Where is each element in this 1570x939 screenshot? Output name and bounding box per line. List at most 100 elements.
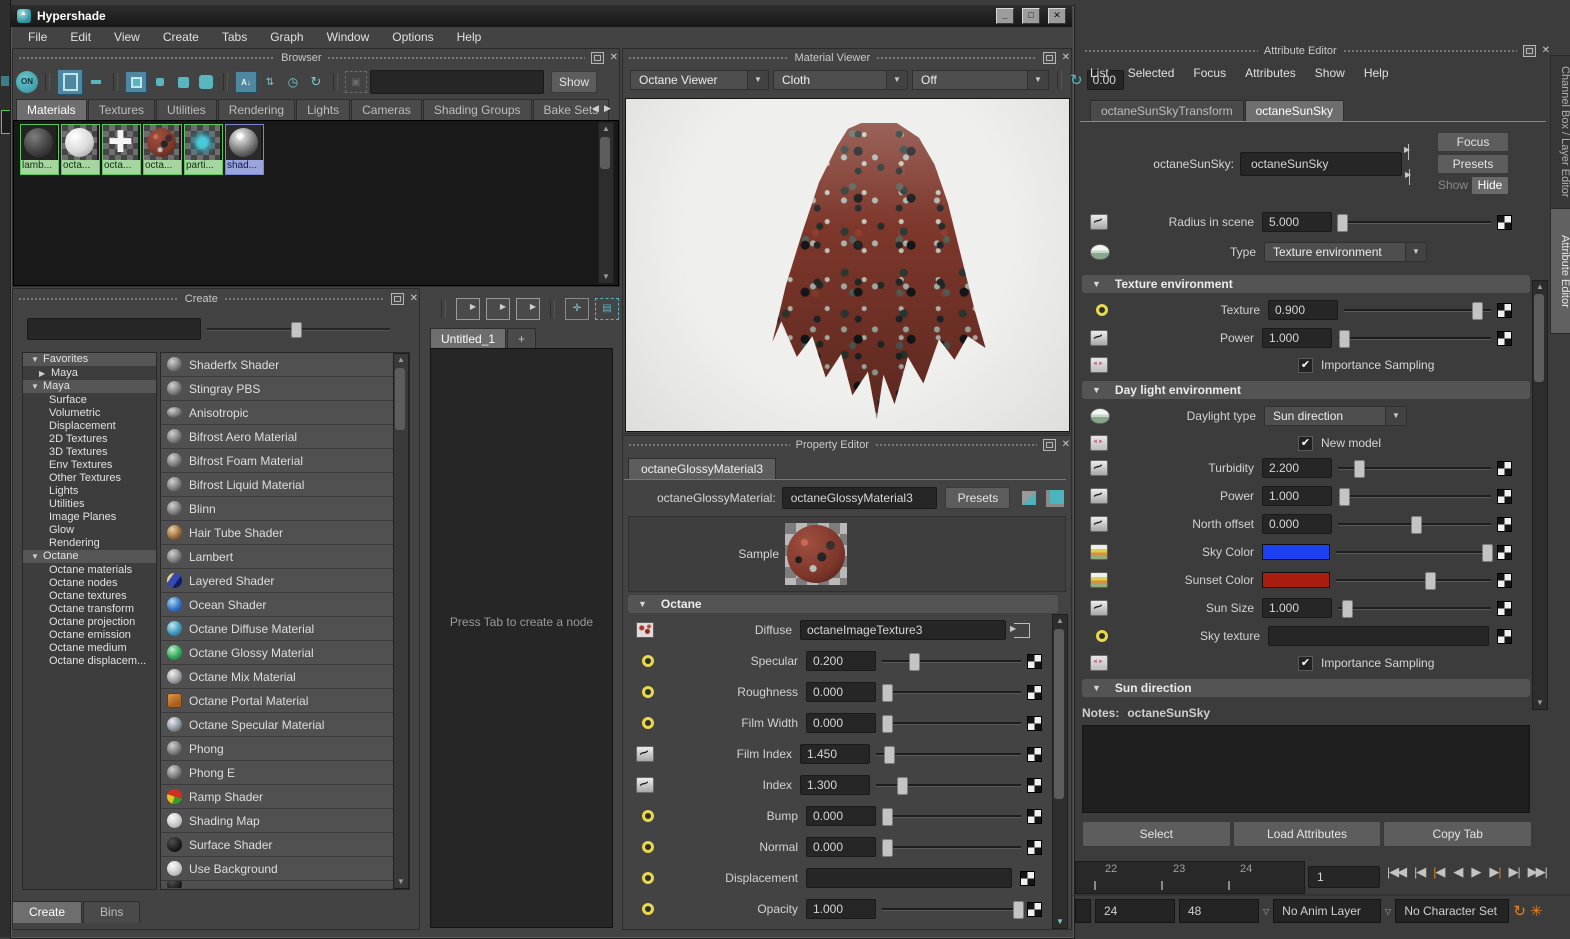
minimize-button[interactable]: _: [996, 8, 1014, 24]
slider-handle[interactable]: [1337, 214, 1348, 232]
shader-create-list[interactable]: Shaderfx Shader Stingray PBS Anisotropic…: [160, 352, 410, 890]
large-swatch-view-icon[interactable]: [57, 69, 83, 95]
float-panel-icon[interactable]: [1043, 52, 1056, 64]
shader-list-item[interactable]: Lambert: [161, 545, 409, 569]
sunset-color-swatch[interactable]: [1262, 572, 1330, 588]
character-set-dropdown[interactable]: No Character Set: [1395, 899, 1509, 923]
refresh-viewer-icon[interactable]: ↻: [1070, 71, 1083, 89]
float-panel-icon[interactable]: [591, 52, 604, 64]
property-slider[interactable]: [876, 777, 1021, 793]
attribute-editor-tab[interactable]: octaneSunSkyTransform: [1090, 100, 1244, 122]
tree-item[interactable]: Octane transform: [23, 603, 156, 616]
slider-handle[interactable]: [897, 777, 908, 795]
slider-handle[interactable]: [884, 746, 895, 764]
material-swatch[interactable]: octa...: [143, 124, 182, 175]
add-selected-to-graph-icon[interactable]: ▤: [595, 298, 619, 320]
attribute-slider[interactable]: [1338, 488, 1491, 504]
renderer-dropdown[interactable]: Octane Viewer▼: [630, 70, 769, 90]
slider-handle[interactable]: [1482, 544, 1493, 562]
map-button[interactable]: [1497, 489, 1512, 504]
clear-graph-icon[interactable]: ✛: [565, 298, 589, 320]
tree-expand-icon[interactable]: ▼: [31, 353, 43, 366]
sun-direction-section[interactable]: ▼ Sun direction: [1082, 679, 1530, 697]
tree-item[interactable]: ▶Maya: [23, 367, 156, 380]
slider-handle[interactable]: [1425, 572, 1436, 590]
importance-sampling-checkbox[interactable]: ✔: [1298, 656, 1313, 671]
close-panel-icon[interactable]: ✕: [1062, 440, 1070, 450]
map-button[interactable]: [1027, 778, 1042, 793]
menu-item[interactable]: Window: [327, 30, 370, 44]
float-panel-icon[interactable]: [391, 293, 404, 305]
map-button[interactable]: [1497, 461, 1512, 476]
load-attributes-button[interactable]: Load Attributes: [1233, 821, 1382, 847]
shader-list-item[interactable]: Blinn: [161, 497, 409, 521]
anim-layer-dropdown[interactable]: No Anim Layer: [1273, 899, 1381, 923]
tabs-scroll-left-icon[interactable]: ◀: [592, 103, 599, 114]
auto-keyframe-icon[interactable]: ↻: [1513, 902, 1526, 920]
menu-item[interactable]: List: [1090, 66, 1109, 80]
shader-list-scrollbar[interactable]: ▲ ▼: [393, 353, 409, 889]
playback-button[interactable]: |◀◀: [1384, 864, 1409, 880]
menu-item[interactable]: Attributes: [1245, 66, 1296, 80]
shader-list-item[interactable]: Octane Diffuse Material: [161, 617, 409, 641]
playback-button[interactable]: ▶|: [1485, 864, 1502, 880]
material-swatch[interactable]: parti...: [184, 124, 223, 175]
attribute-type-icon[interactable]: [642, 686, 654, 698]
slider-handle[interactable]: [882, 839, 893, 857]
property-editor-tab[interactable]: octaneGlossyMaterial3: [628, 458, 776, 480]
daylight-environment-section[interactable]: ▼ Day light environment: [1082, 381, 1530, 399]
tree-expand-icon[interactable]: ▼: [31, 550, 43, 563]
create-render-node-icon[interactable]: [1022, 491, 1036, 505]
attribute-type-icon[interactable]: [642, 841, 654, 853]
focus-button[interactable]: Focus: [1437, 132, 1509, 152]
tree-item[interactable]: Octane emission: [23, 629, 156, 642]
tree-item[interactable]: 2D Textures: [23, 433, 156, 446]
browser-tab[interactable]: Textures: [88, 99, 155, 120]
browser-tab[interactable]: Materials: [16, 99, 87, 120]
input-output-connections-icon[interactable]: [486, 298, 510, 320]
scroll-up-icon[interactable]: ▲: [1533, 281, 1547, 293]
slider-handle[interactable]: [882, 715, 893, 733]
curve-icon[interactable]: [1090, 488, 1108, 504]
range-edit-field[interactable]: [1075, 899, 1091, 923]
octane-section-header[interactable]: ▼ Octane: [628, 595, 1058, 613]
curve-icon[interactable]: [1090, 516, 1108, 532]
tree-item[interactable]: Displacement: [23, 420, 156, 433]
scroll-thumb[interactable]: [600, 137, 610, 169]
material-preview-render[interactable]: [625, 98, 1070, 432]
property-value-field[interactable]: 0.000: [806, 713, 876, 733]
map-button[interactable]: [1497, 573, 1512, 588]
slider-handle[interactable]: [1411, 516, 1422, 534]
attribute-editor-dock-tab[interactable]: Attribute Editor: [1550, 208, 1570, 334]
tree-item[interactable]: Volumetric: [23, 407, 156, 420]
shader-list-item[interactable]: Ramp Shader: [161, 785, 409, 809]
tree-item[interactable]: Env Textures: [23, 459, 156, 472]
playback-button[interactable]: ▶|: [1505, 864, 1522, 880]
presets-button[interactable]: Presets: [945, 487, 1010, 509]
attribute-type-icon[interactable]: [642, 717, 654, 729]
curve-icon[interactable]: [1090, 214, 1108, 230]
browser-search-input[interactable]: [370, 70, 544, 94]
shader-list-item[interactable]: Layered Shader: [161, 569, 409, 593]
chevron-down-icon[interactable]: ▽: [1263, 907, 1269, 916]
current-frame-field[interactable]: 1: [1308, 866, 1380, 888]
tree-expand-icon[interactable]: ▶: [39, 367, 51, 380]
input-connections-icon[interactable]: [456, 298, 480, 320]
animation-preferences-icon[interactable]: ✳: [1530, 902, 1543, 920]
shader-list-item-partial[interactable]: [161, 881, 399, 888]
attribute-slider[interactable]: [1338, 214, 1491, 230]
property-value-field[interactable]: octaneImageTexture3: [800, 620, 1006, 640]
map-button[interactable]: [1497, 517, 1512, 532]
sample-swatch[interactable]: [785, 523, 847, 585]
filter-on-toggle[interactable]: ON: [16, 71, 38, 93]
texture-environment-section[interactable]: ▼ Texture environment: [1082, 275, 1530, 293]
tree-expand-icon[interactable]: ▼: [31, 380, 43, 393]
workarea-tab[interactable]: +: [507, 328, 536, 349]
sky-environment-icon[interactable]: [1090, 244, 1110, 260]
browser-tab[interactable]: Cameras: [351, 99, 422, 120]
browser-tab[interactable]: Lights: [296, 99, 350, 120]
shader-list-item[interactable]: Octane Specular Material: [161, 713, 409, 737]
playback-button[interactable]: ▶▶|: [1524, 864, 1549, 880]
shader-list-item[interactable]: Octane Mix Material: [161, 665, 409, 689]
close-button[interactable]: ✕: [1048, 8, 1066, 24]
